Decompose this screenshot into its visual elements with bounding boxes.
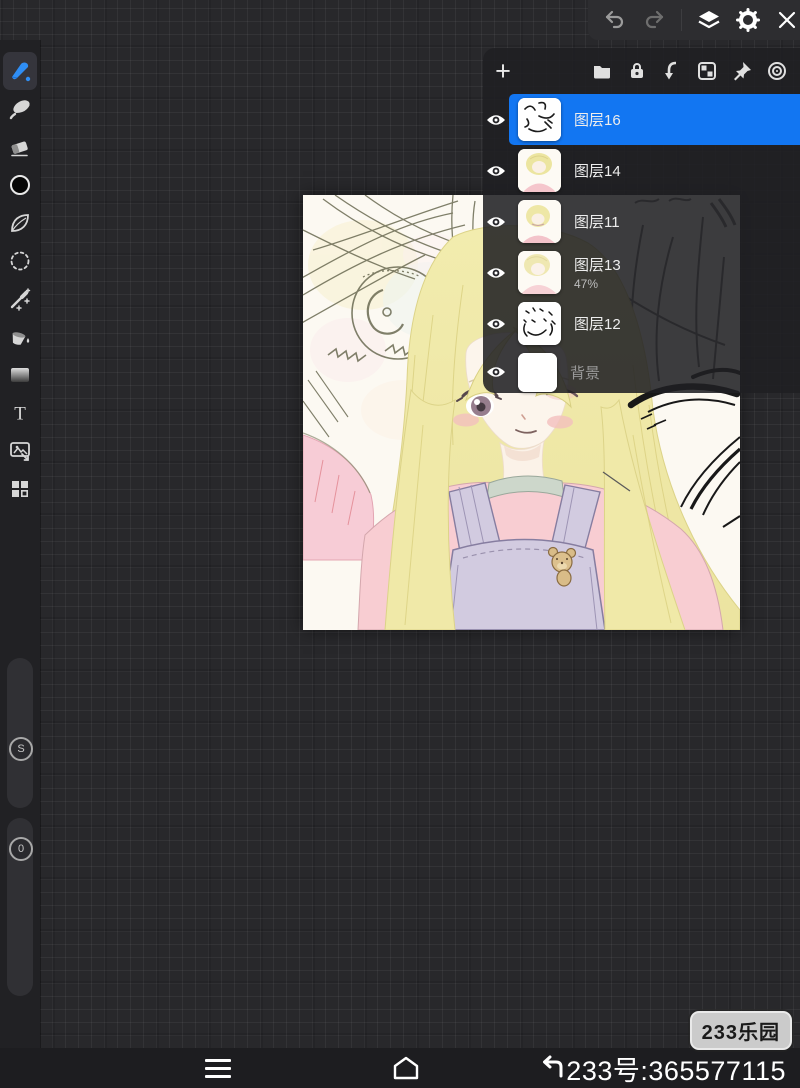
brush-opacity-knob[interactable]: 0 <box>9 837 33 861</box>
layer-row[interactable]: 背景 <box>483 349 800 395</box>
layer-opacity: 47% <box>574 277 599 291</box>
tool-magic-wand[interactable] <box>3 280 37 318</box>
layer-row[interactable]: 图层16 <box>483 94 800 145</box>
layer-name: 图层14 <box>574 163 621 180</box>
back-icon[interactable] <box>538 1055 564 1081</box>
tool-smudge[interactable] <box>3 90 37 128</box>
svg-text:T: T <box>14 404 26 425</box>
pin-icon[interactable] <box>731 60 753 82</box>
layers-panel: + 图层16 图层14 图层11 图层13 47% 图层12 背景 <box>483 48 800 393</box>
undo-icon[interactable] <box>602 7 627 33</box>
layer-row-body[interactable]: 图层13 47% <box>509 247 800 298</box>
layer-thumbnail[interactable] <box>518 251 561 294</box>
tool-shape-leaf[interactable] <box>3 204 37 242</box>
layer-row-body[interactable]: 图层14 <box>509 145 800 196</box>
add-layer-button[interactable]: + <box>489 51 517 91</box>
checkerboard-icon[interactable] <box>696 60 718 82</box>
redo-icon[interactable] <box>641 7 666 33</box>
tool-image-import[interactable] <box>3 432 37 470</box>
layer-row-body[interactable]: 背景 <box>509 349 800 395</box>
layer-row[interactable]: 图层12 <box>483 298 800 349</box>
tool-text[interactable]: T <box>3 394 37 432</box>
layer-name: 图层16 <box>574 112 621 129</box>
tool-gradient[interactable] <box>3 356 37 394</box>
top-toolbar <box>588 0 800 40</box>
visibility-eye-icon[interactable] <box>483 266 509 280</box>
home-icon[interactable] <box>384 1048 428 1088</box>
layers-panel-header: + <box>483 48 800 94</box>
tool-color-swatch[interactable] <box>3 166 37 204</box>
menu-icon[interactable] <box>196 1048 240 1088</box>
layer-row[interactable]: 图层11 <box>483 196 800 247</box>
layer-row[interactable]: 图层14 <box>483 145 800 196</box>
layer-name: 图层11 <box>574 214 620 231</box>
visibility-eye-icon[interactable] <box>483 113 509 127</box>
toolbar-divider <box>680 9 682 31</box>
layer-name: 背景 <box>570 364 601 382</box>
user-id-text: 233号:365577115 <box>566 1055 786 1086</box>
visibility-eye-icon[interactable] <box>483 365 509 379</box>
tool-lasso-select[interactable] <box>3 242 37 280</box>
watermark-badge: 233乐园 <box>689 1011 792 1050</box>
bottom-nav-bar: 233号:365577115 <box>0 1048 800 1088</box>
settings-gear-icon[interactable] <box>735 7 760 33</box>
user-id-wrap: 233号:365577115 <box>538 1048 786 1088</box>
layer-thumbnail[interactable] <box>518 98 561 141</box>
layer-row[interactable]: 图层13 47% <box>483 247 800 298</box>
tool-canvas-grid[interactable] <box>3 470 37 508</box>
layer-name: 图层13 <box>574 257 621 274</box>
visibility-eye-icon[interactable] <box>483 215 509 229</box>
tool-brush[interactable] <box>3 52 37 90</box>
close-icon[interactable] <box>775 7 800 33</box>
layer-thumbnail[interactable] <box>518 149 561 192</box>
layer-thumbnail[interactable] <box>518 352 557 392</box>
layers-icon[interactable] <box>696 7 721 33</box>
layer-row-body[interactable]: 图层16 <box>509 94 800 145</box>
layer-row-body[interactable]: 图层12 <box>509 298 800 349</box>
brush-size-slider[interactable] <box>7 658 33 808</box>
layer-name: 图层12 <box>574 316 621 333</box>
layer-thumbnail[interactable] <box>518 302 561 345</box>
merge-down-icon[interactable] <box>661 60 683 82</box>
brush-size-knob[interactable]: S <box>9 737 33 761</box>
layer-thumbnail[interactable] <box>518 200 561 243</box>
tool-eraser[interactable] <box>3 128 37 166</box>
lock-icon[interactable] <box>626 60 648 82</box>
layer-row-body[interactable]: 图层11 <box>509 196 800 247</box>
tool-fill-bucket[interactable] <box>3 318 37 356</box>
target-icon[interactable] <box>766 60 788 82</box>
folder-icon[interactable] <box>591 60 613 82</box>
visibility-eye-icon[interactable] <box>483 164 509 178</box>
visibility-eye-icon[interactable] <box>483 317 509 331</box>
